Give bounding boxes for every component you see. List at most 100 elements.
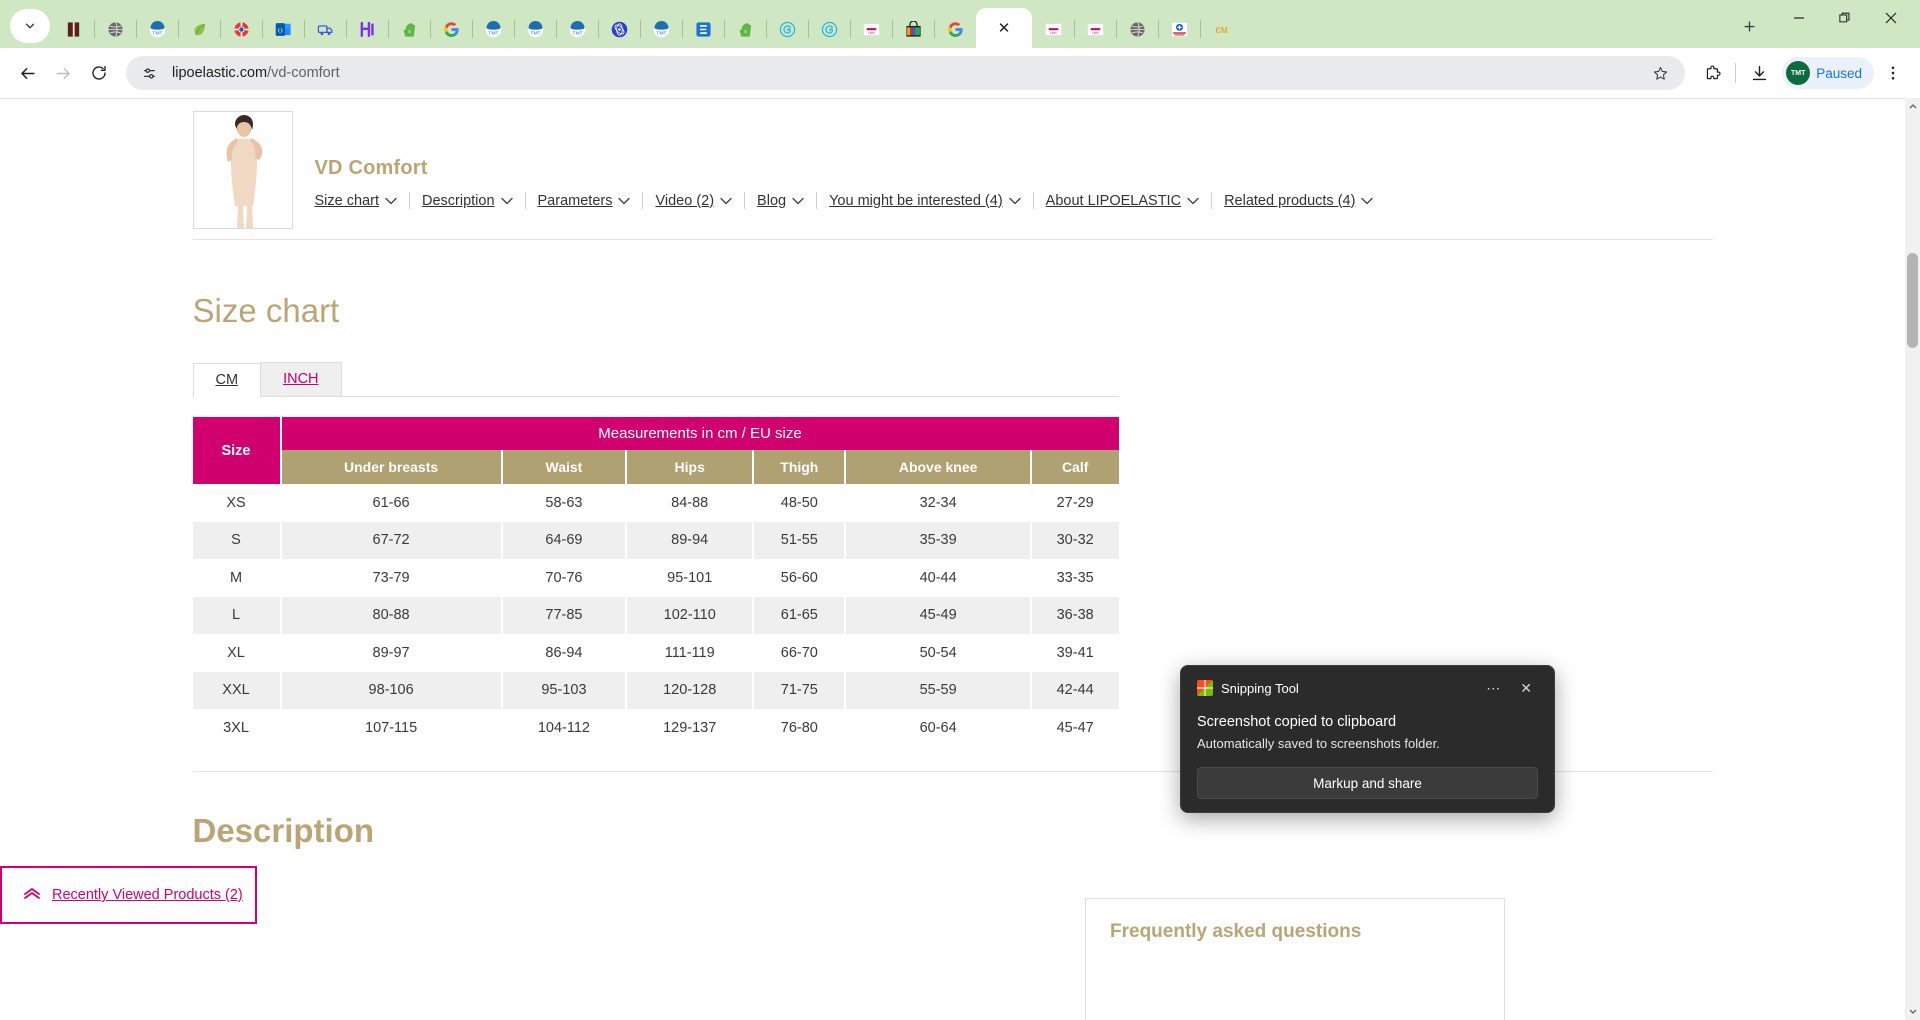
extensions-button[interactable]: [1695, 56, 1729, 90]
measurement-cell: 89-94: [626, 522, 753, 560]
tab-spiral-2[interactable]: [808, 10, 850, 48]
tab-shopify-1[interactable]: s: [388, 10, 430, 48]
tab-google-2[interactable]: [934, 10, 976, 48]
reload-icon: [90, 64, 108, 82]
tab-lipoelastic-2[interactable]: LIPO: [1032, 10, 1074, 48]
tab-globe-2[interactable]: [1116, 10, 1158, 48]
tune-icon: [141, 65, 158, 82]
tab-e-blue[interactable]: [682, 10, 724, 48]
product-nav-item[interactable]: Related products (4): [1224, 193, 1373, 209]
reload-button[interactable]: [82, 56, 116, 90]
bookmark-star-button[interactable]: [1647, 60, 1673, 86]
back-button[interactable]: [10, 56, 44, 90]
google-icon: [947, 21, 964, 38]
size-column-header: Size: [193, 417, 281, 484]
product-sticky-bar: VD Comfort Size chartDescriptionParamete…: [193, 99, 1713, 240]
markup-and-share-button[interactable]: Markup and share: [1197, 767, 1538, 799]
product-anchor-nav: Size chart Description Parameters Video (2)…: [315, 192, 1374, 209]
active-tab-close-icon[interactable]: ✕: [998, 21, 1011, 36]
toast-body: Screenshot copied to clipboard Automatic…: [1197, 714, 1538, 751]
close-window-button[interactable]: [1868, 0, 1914, 36]
measurement-cell: 32-34: [845, 484, 1030, 522]
svg-text:TMT: TMT: [488, 30, 498, 36]
measurement-cell: 86-94: [502, 634, 627, 672]
tab-medical-logo[interactable]: [1158, 10, 1200, 48]
scroll-up-arrow[interactable]: [1905, 98, 1920, 114]
measurement-cell: 61-65: [753, 597, 845, 635]
tab-tmt-1[interactable]: TMT: [136, 10, 178, 48]
tab-tmt-3[interactable]: TMT: [514, 10, 556, 48]
scrollbar-thumb[interactable]: [1907, 253, 1918, 348]
product-nav-label: Video (2): [655, 193, 714, 209]
tab-spiral-1[interactable]: [766, 10, 808, 48]
measurement-cell: 104-112: [502, 709, 627, 747]
site-settings-icon[interactable]: [136, 60, 162, 86]
table-header-row-1: Size Measurements in cm / EU size: [193, 417, 1119, 450]
unit-tabs: CMINCH: [193, 362, 1119, 397]
web-page: VD Comfort Size chartDescriptionParamete…: [0, 98, 1905, 850]
maximize-restore-button[interactable]: [1822, 0, 1868, 36]
tab-truck[interactable]: [304, 10, 346, 48]
svg-text:TMT: TMT: [530, 30, 540, 36]
leaf-icon: [191, 21, 208, 38]
browser-window: TMTOsTMTTMTTMTTMTsLIPO✕LIPOLIPOЄM: [0, 0, 1920, 1020]
table-row: XS61-6658-6384-8848-5032-3427-29: [193, 484, 1119, 522]
product-nav-item[interactable]: Parameters: [538, 193, 631, 209]
minimize-button[interactable]: [1776, 0, 1822, 36]
product-nav-item[interactable]: Video (2): [655, 193, 732, 209]
profile-button[interactable]: TMT Paused: [1782, 57, 1874, 89]
tab-globe[interactable]: [94, 10, 136, 48]
tab-outlook[interactable]: O: [262, 10, 304, 48]
chevron-up-icon: [22, 886, 42, 903]
tab-atom[interactable]: [598, 10, 640, 48]
tab-shopify-2[interactable]: s: [724, 10, 766, 48]
tab-lipoelastic-1[interactable]: LIPO: [850, 10, 892, 48]
product-nav-label: Parameters: [538, 193, 613, 209]
window-controls: [1776, 0, 1914, 48]
table-row: XXL98-10695-103120-12871-7555-5942-44: [193, 672, 1119, 710]
new-tab-button[interactable]: [1732, 9, 1766, 43]
tab-lifebuoy[interactable]: [220, 10, 262, 48]
tab-dark-red-book[interactable]: [52, 10, 94, 48]
toast-more-button[interactable]: ⋯: [1480, 681, 1506, 695]
tab-search-button[interactable]: [10, 9, 50, 43]
tab-google-1[interactable]: [430, 10, 472, 48]
browser-toolbar: lipoelastic.com/vd-comfort TMT Paused: [0, 48, 1920, 98]
product-nav-item[interactable]: Description: [422, 193, 513, 209]
tab-tmt-5[interactable]: TMT: [640, 10, 682, 48]
product-thumbnail[interactable]: [193, 111, 293, 229]
downloads-button[interactable]: [1742, 56, 1776, 90]
measurement-cell: 51-55: [753, 522, 845, 560]
tab-tmt-4[interactable]: TMT: [556, 10, 598, 48]
tab-lipoelastic-3[interactable]: LIPO: [1074, 10, 1116, 48]
faq-title: Frequently asked questions: [1110, 921, 1480, 943]
unit-tab-inch[interactable]: INCH: [260, 362, 341, 396]
tab-tmt-2[interactable]: TMT: [472, 10, 514, 48]
recently-viewed-products-widget[interactable]: Recently Viewed Products (2): [0, 866, 257, 924]
toast-close-button[interactable]: ✕: [1514, 681, 1538, 695]
product-nav-item[interactable]: Size chart: [315, 193, 397, 209]
tab-h-logo[interactable]: [346, 10, 388, 48]
product-nav-label: You might be interested (4): [829, 193, 1003, 209]
tab-active-lipoelastic[interactable]: ✕: [976, 8, 1032, 48]
product-nav-item[interactable]: You might be interested (4): [829, 193, 1021, 209]
page-viewport: VD Comfort Size chartDescriptionParamete…: [0, 98, 1920, 1020]
tab-shopping-bag[interactable]: [892, 10, 934, 48]
chevron-down-icon: [720, 193, 732, 209]
address-bar[interactable]: lipoelastic.com/vd-comfort: [126, 56, 1685, 90]
size-chart-table: Size Measurements in cm / EU size Under …: [193, 417, 1119, 747]
product-nav-item[interactable]: Blog: [757, 193, 804, 209]
unit-tab-cm[interactable]: CM: [193, 363, 262, 397]
column-header: Hips: [626, 450, 753, 484]
globe-icon: [1129, 21, 1146, 38]
globe-icon: [107, 21, 124, 38]
forward-button[interactable]: [46, 56, 80, 90]
page-scrollbar[interactable]: [1905, 98, 1920, 1020]
product-nav-item[interactable]: About LIPOELASTIC: [1046, 193, 1199, 209]
scroll-down-arrow[interactable]: [1905, 1004, 1920, 1020]
toast-app-name: Snipping Tool: [1221, 681, 1472, 696]
tab-leaf[interactable]: [178, 10, 220, 48]
tab-em-orange[interactable]: ЄM: [1200, 10, 1242, 48]
measurement-cell: 73-79: [281, 559, 502, 597]
chrome-menu-button[interactable]: [1876, 56, 1910, 90]
